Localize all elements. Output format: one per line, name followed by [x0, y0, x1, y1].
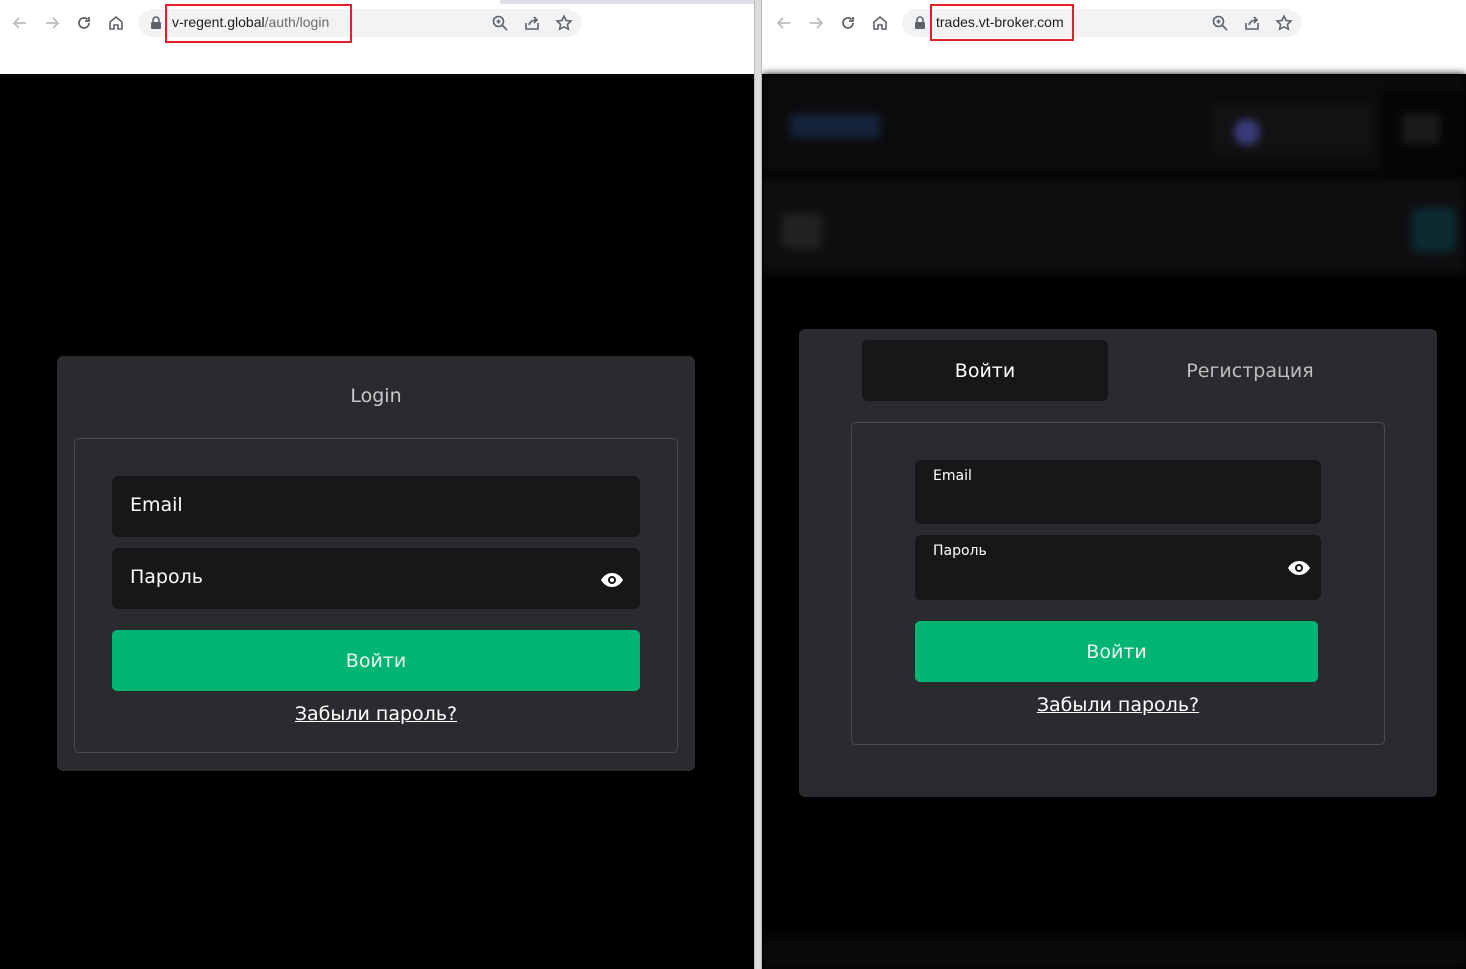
reload-icon [78, 17, 90, 29]
login-card: Login Email Пароль Войти Забыли пароль? [57, 356, 695, 771]
share-icon [525, 16, 539, 30]
url-highlight-box [930, 4, 1074, 41]
browser-toolbar: v-regent.global/auth/login [0, 0, 754, 74]
login-title: Login [350, 385, 402, 407]
forgot-password-link[interactable]: Забыли пароль? [75, 703, 677, 725]
page-content: Войти Регистрация Email Пароль Войти Заб… [762, 74, 1466, 969]
zoom-button[interactable] [491, 14, 509, 32]
home-button[interactable] [105, 12, 127, 34]
login-form: Email Пароль Войти Забыли пароль? [74, 438, 678, 753]
forward-arrow-icon [46, 17, 60, 29]
eye-icon[interactable] [1287, 560, 1311, 576]
blurred-toolbar-action [1412, 208, 1456, 252]
bookmark-button[interactable] [555, 14, 573, 32]
tab-strip [762, 0, 1466, 4]
login-submit-button[interactable]: Войти [112, 630, 640, 691]
share-button[interactable] [1243, 14, 1261, 32]
active-tab-edge[interactable] [762, 0, 1466, 4]
back-button[interactable] [9, 12, 31, 34]
home-icon [109, 15, 123, 30]
reload-icon [842, 17, 854, 29]
left-browser-window: v-regent.global/auth/login Login Email П… [0, 0, 754, 969]
url-highlight-box [165, 4, 352, 43]
tab-register[interactable]: Регистрация [1127, 340, 1373, 401]
forward-button[interactable] [805, 12, 827, 34]
password-label: Пароль [130, 566, 203, 588]
forward-button[interactable] [41, 12, 63, 34]
share-button[interactable] [523, 14, 541, 32]
login-form: Email Пароль Войти Забыли пароль? [851, 422, 1385, 745]
zoom-icon [1212, 15, 1228, 31]
back-button[interactable] [773, 12, 795, 34]
page-content: Login Email Пароль Войти Забыли пароль? [0, 74, 754, 969]
password-label: Пароль [933, 543, 987, 559]
back-arrow-icon [776, 17, 790, 29]
lock-icon [915, 16, 925, 29]
zoom-button[interactable] [1211, 14, 1229, 32]
forgot-password-link[interactable]: Забыли пароль? [852, 694, 1384, 716]
password-field[interactable]: Пароль [915, 535, 1321, 600]
eye-icon[interactable] [600, 572, 624, 588]
email-label: Email [130, 494, 183, 516]
home-icon [873, 15, 887, 30]
blurred-footer [762, 936, 1466, 969]
tab-login[interactable]: Войти [862, 340, 1108, 401]
reload-button[interactable] [837, 12, 859, 34]
email-label: Email [933, 468, 972, 484]
home-button[interactable] [869, 12, 891, 34]
lock-icon [151, 16, 161, 29]
blurred-header [762, 74, 1466, 174]
blurred-flag [1234, 119, 1260, 145]
blurred-toolbar [762, 178, 1466, 274]
email-field[interactable]: Email [915, 460, 1321, 524]
reload-button[interactable] [73, 12, 95, 34]
blurred-menu-button [1402, 114, 1440, 144]
right-browser-window: trades.vt-broker.com Войти Регистрация E… [762, 0, 1466, 969]
back-arrow-icon [12, 17, 26, 29]
browser-toolbar: trades.vt-broker.com [762, 0, 1466, 74]
email-field[interactable]: Email [112, 476, 640, 537]
auth-card: Войти Регистрация Email Пароль Войти Заб… [799, 329, 1437, 797]
star-icon [555, 14, 573, 31]
blurred-toolbar-icon [782, 214, 822, 248]
zoom-icon [492, 15, 508, 31]
blurred-logo [790, 114, 880, 138]
password-field[interactable]: Пароль [112, 548, 640, 609]
share-icon [1245, 16, 1259, 30]
window-divider [754, 0, 762, 969]
star-icon [1275, 14, 1293, 31]
bookmark-button[interactable] [1275, 14, 1293, 32]
login-submit-button[interactable]: Войти [915, 621, 1318, 682]
forward-arrow-icon [810, 17, 824, 29]
tab-strip [0, 0, 754, 4]
